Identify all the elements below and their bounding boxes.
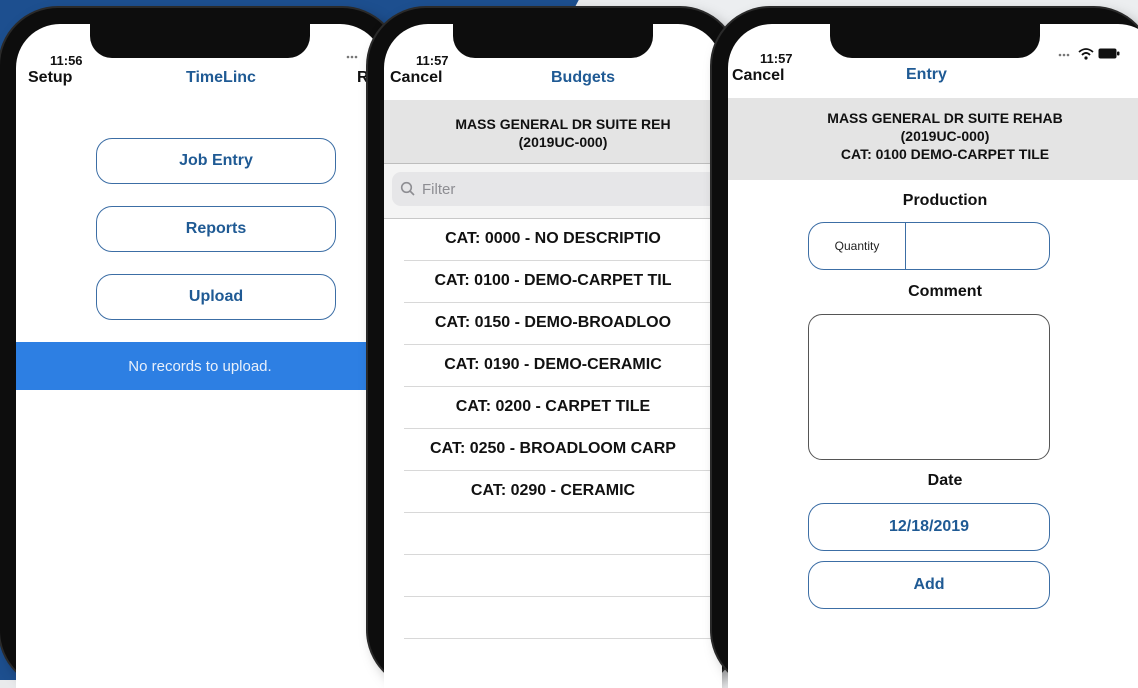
budget-item[interactable]: CAT: 0200 - CARPET TILE xyxy=(404,386,722,429)
job-entry-button[interactable]: Job Entry xyxy=(96,138,336,184)
budget-item-label: CAT: 0190 - DEMO-CERAMIC xyxy=(444,356,662,373)
phone-entry: 11:57 Cancel Entry MASS GENERAL DR SUITE… xyxy=(712,8,1138,688)
job-code: (2019UC-000) xyxy=(518,134,608,150)
upload-button[interactable]: Upload xyxy=(96,274,336,320)
budget-item[interactable]: CAT: 0000 - NO DESCRIPTIO xyxy=(404,218,722,261)
job-name: MASS GENERAL DR SUITE REHAB xyxy=(827,110,1063,126)
budget-item[interactable]: CAT: 0150 - DEMO-BROADLOO xyxy=(404,302,722,345)
status-time: 11:57 xyxy=(760,51,793,66)
wifi-icon xyxy=(1078,48,1094,60)
comment-label: Comment xyxy=(908,283,982,300)
filter-input[interactable]: Filter xyxy=(392,172,722,206)
job-header: MASS GENERAL DR SUITE REHAB (2019UC-000)… xyxy=(728,98,1138,180)
quantity-label: Quantity xyxy=(809,223,906,269)
budget-item-label: CAT: 0000 - NO DESCRIPTIO xyxy=(445,230,661,247)
cancel-button[interactable]: Cancel xyxy=(390,69,442,87)
add-button[interactable]: Add xyxy=(808,561,1050,609)
signal-dots-icon xyxy=(1058,53,1070,57)
budget-item-label: CAT: 0290 - CERAMIC xyxy=(470,482,636,499)
category-name: CAT: 0100 DEMO-CARPET TILE xyxy=(840,146,1050,162)
date-picker[interactable]: 12/18/2019 xyxy=(808,503,1050,551)
phone-notch xyxy=(453,24,653,58)
budget-item[interactable]: CAT: 0290 - CERAMIC xyxy=(404,470,722,513)
status-time: 11:56 xyxy=(50,53,83,68)
screen-timelinc: 11:56 Setup TimeLinc R Job Entry Reports… xyxy=(16,24,384,688)
nav-right-button[interactable]: R xyxy=(357,69,369,87)
status-time: 11:57 xyxy=(416,53,449,68)
phone-timelinc: 11:56 Setup TimeLinc R Job Entry Reports… xyxy=(0,8,400,688)
job-code: (2019UC-000) xyxy=(900,128,990,144)
budget-item[interactable]: CAT: 0100 - DEMO-CARPET TIL xyxy=(404,260,722,303)
phone-notch xyxy=(90,24,310,58)
budget-item-label: CAT: 0250 - BROADLOOM CARP xyxy=(430,440,676,457)
job-header: MASS GENERAL DR SUITE REH (2019UC-000) xyxy=(384,100,722,164)
empty-row xyxy=(404,596,722,639)
setup-button[interactable]: Setup xyxy=(28,69,72,87)
cancel-button[interactable]: Cancel xyxy=(732,67,784,85)
quantity-field[interactable]: Quantity xyxy=(808,222,1050,270)
budget-item-label: CAT: 0150 - DEMO-BROADLOO xyxy=(434,314,672,331)
nav-title: Entry xyxy=(906,66,947,83)
budget-item-label: CAT: 0100 - DEMO-CARPET TIL xyxy=(434,272,672,289)
screen-budgets: 11:57 Cancel Budgets MASS GENERAL DR SUI… xyxy=(384,24,722,688)
magnifier-icon xyxy=(400,181,415,196)
filter-placeholder: Filter xyxy=(422,180,456,198)
nav-title: Budgets xyxy=(551,69,615,86)
job-name: MASS GENERAL DR SUITE REH xyxy=(455,116,671,132)
upload-status-banner: No records to upload. xyxy=(16,342,384,390)
signal-dots-icon xyxy=(346,55,358,59)
screen-entry: 11:57 Cancel Entry MASS GENERAL DR SUITE… xyxy=(728,24,1138,688)
quantity-input[interactable] xyxy=(906,223,1049,269)
battery-icon xyxy=(1098,48,1120,59)
budget-item-label: CAT: 0200 - CARPET TILE xyxy=(455,398,651,415)
phone-budgets: 11:57 Cancel Budgets MASS GENERAL DR SUI… xyxy=(368,8,738,688)
budget-item[interactable]: CAT: 0250 - BROADLOOM CARP xyxy=(404,428,722,471)
empty-row xyxy=(404,554,722,597)
date-label: Date xyxy=(927,472,963,489)
comment-textarea[interactable] xyxy=(808,314,1050,460)
empty-row xyxy=(404,512,722,555)
budget-item[interactable]: CAT: 0190 - DEMO-CERAMIC xyxy=(404,344,722,387)
phone-notch xyxy=(830,24,1040,58)
filter-bar: Filter xyxy=(384,164,722,219)
production-label: Production xyxy=(902,192,988,209)
nav-title: TimeLinc xyxy=(186,69,256,86)
reports-button[interactable]: Reports xyxy=(96,206,336,252)
